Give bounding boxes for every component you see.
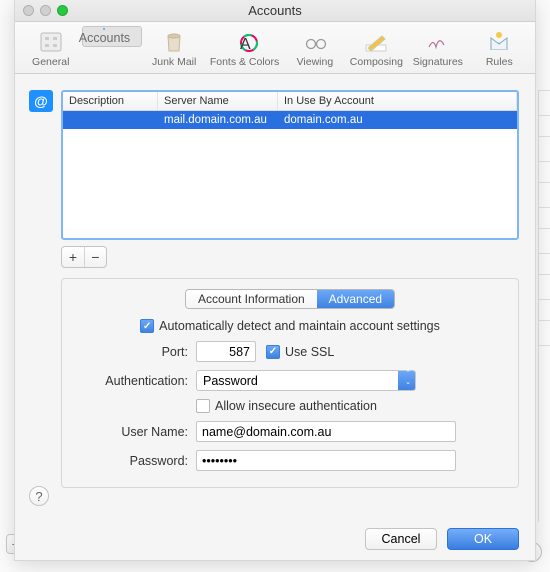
toolbar-label: Rules bbox=[486, 56, 513, 68]
insecure-label: Allow insecure authentication bbox=[215, 399, 377, 413]
glasses-icon bbox=[301, 29, 329, 55]
insecure-checkbox[interactable] bbox=[196, 399, 210, 413]
toolbar-label: Junk Mail bbox=[152, 56, 196, 68]
toolbar-label: Accounts bbox=[79, 31, 130, 45]
username-label: User Name: bbox=[76, 425, 196, 439]
toolbar-label: Viewing bbox=[297, 56, 334, 68]
fonts-icon: A bbox=[231, 29, 259, 55]
auth-label: Authentication: bbox=[76, 374, 196, 388]
minimize-dot[interactable] bbox=[40, 5, 51, 16]
cell-inuse: domain.com.au bbox=[278, 111, 517, 129]
port-field[interactable] bbox=[196, 341, 256, 362]
toolbar-label: Composing bbox=[350, 56, 403, 68]
toolbar-fonts[interactable]: A Fonts & Colors bbox=[206, 26, 283, 71]
at-icon: @ bbox=[90, 28, 118, 30]
toolbar-viewing[interactable]: Viewing bbox=[285, 26, 344, 71]
cell-server: mail.domain.com.au bbox=[158, 111, 278, 129]
tab-account-info[interactable]: Account Information bbox=[186, 290, 317, 308]
trash-icon bbox=[160, 29, 188, 55]
add-remove-control: + − bbox=[61, 246, 107, 268]
cancel-button[interactable]: Cancel bbox=[365, 528, 437, 550]
remove-button[interactable]: − bbox=[84, 247, 106, 267]
autodetect-label: Automatically detect and maintain accoun… bbox=[159, 319, 440, 333]
account-badge-icon: @ bbox=[29, 90, 53, 112]
signature-icon bbox=[424, 29, 452, 55]
ok-button[interactable]: OK bbox=[447, 528, 519, 550]
usessl-label: Use SSL bbox=[285, 345, 334, 359]
toolbar-junk[interactable]: Junk Mail bbox=[144, 26, 203, 71]
toolbar-label: Fonts & Colors bbox=[210, 56, 279, 68]
close-dot[interactable] bbox=[23, 5, 34, 16]
add-button[interactable]: + bbox=[62, 247, 84, 267]
toolbar-label: Signatures bbox=[413, 56, 463, 68]
list-header: Description Server Name In Use By Accoun… bbox=[63, 92, 517, 111]
usessl-checkbox[interactable] bbox=[266, 345, 280, 359]
server-list[interactable]: Description Server Name In Use By Accoun… bbox=[61, 90, 519, 240]
tab-advanced[interactable]: Advanced bbox=[317, 290, 394, 308]
window-title: Accounts bbox=[248, 3, 301, 18]
zoom-dot[interactable] bbox=[57, 5, 68, 16]
auth-select[interactable]: Password bbox=[196, 370, 416, 391]
toolbar-label: General bbox=[32, 56, 69, 68]
pencil-icon bbox=[362, 29, 390, 55]
cell-description bbox=[63, 111, 158, 129]
toolbar: General @ Accounts Junk Mail A Fonts & C… bbox=[15, 22, 535, 74]
list-row[interactable]: mail.domain.com.au domain.com.au bbox=[63, 111, 517, 129]
password-label: Password: bbox=[76, 454, 196, 468]
toolbar-general[interactable]: General bbox=[21, 26, 80, 71]
settings-panel: Account Information Advanced Automatical… bbox=[61, 278, 519, 488]
svg-text:A: A bbox=[240, 36, 251, 53]
rules-icon bbox=[485, 29, 513, 55]
titlebar: Accounts bbox=[15, 0, 535, 22]
toolbar-rules[interactable]: Rules bbox=[470, 26, 529, 71]
col-servername[interactable]: Server Name bbox=[158, 92, 278, 110]
username-field[interactable] bbox=[196, 421, 456, 442]
toolbar-signatures[interactable]: Signatures bbox=[408, 26, 467, 71]
accounts-window: Accounts General @ Accounts Junk Mail A … bbox=[14, 0, 536, 561]
password-field[interactable] bbox=[196, 450, 456, 471]
sheet-body: @ Description Server Name In Use By Acco… bbox=[15, 74, 535, 516]
col-inuse[interactable]: In Use By Account bbox=[278, 92, 517, 110]
bg-group-edge bbox=[538, 90, 550, 522]
autodetect-checkbox[interactable] bbox=[140, 319, 154, 333]
help-button[interactable]: ? bbox=[29, 486, 49, 506]
button-row: Cancel OK bbox=[15, 522, 535, 560]
col-description[interactable]: Description bbox=[63, 92, 158, 110]
toolbar-accounts[interactable]: @ Accounts bbox=[82, 26, 142, 47]
switches-icon bbox=[37, 29, 65, 55]
tab-selector: Account Information Advanced bbox=[76, 289, 504, 309]
window-controls[interactable] bbox=[23, 5, 68, 16]
toolbar-composing[interactable]: Composing bbox=[347, 26, 406, 71]
port-label: Port: bbox=[76, 345, 196, 359]
